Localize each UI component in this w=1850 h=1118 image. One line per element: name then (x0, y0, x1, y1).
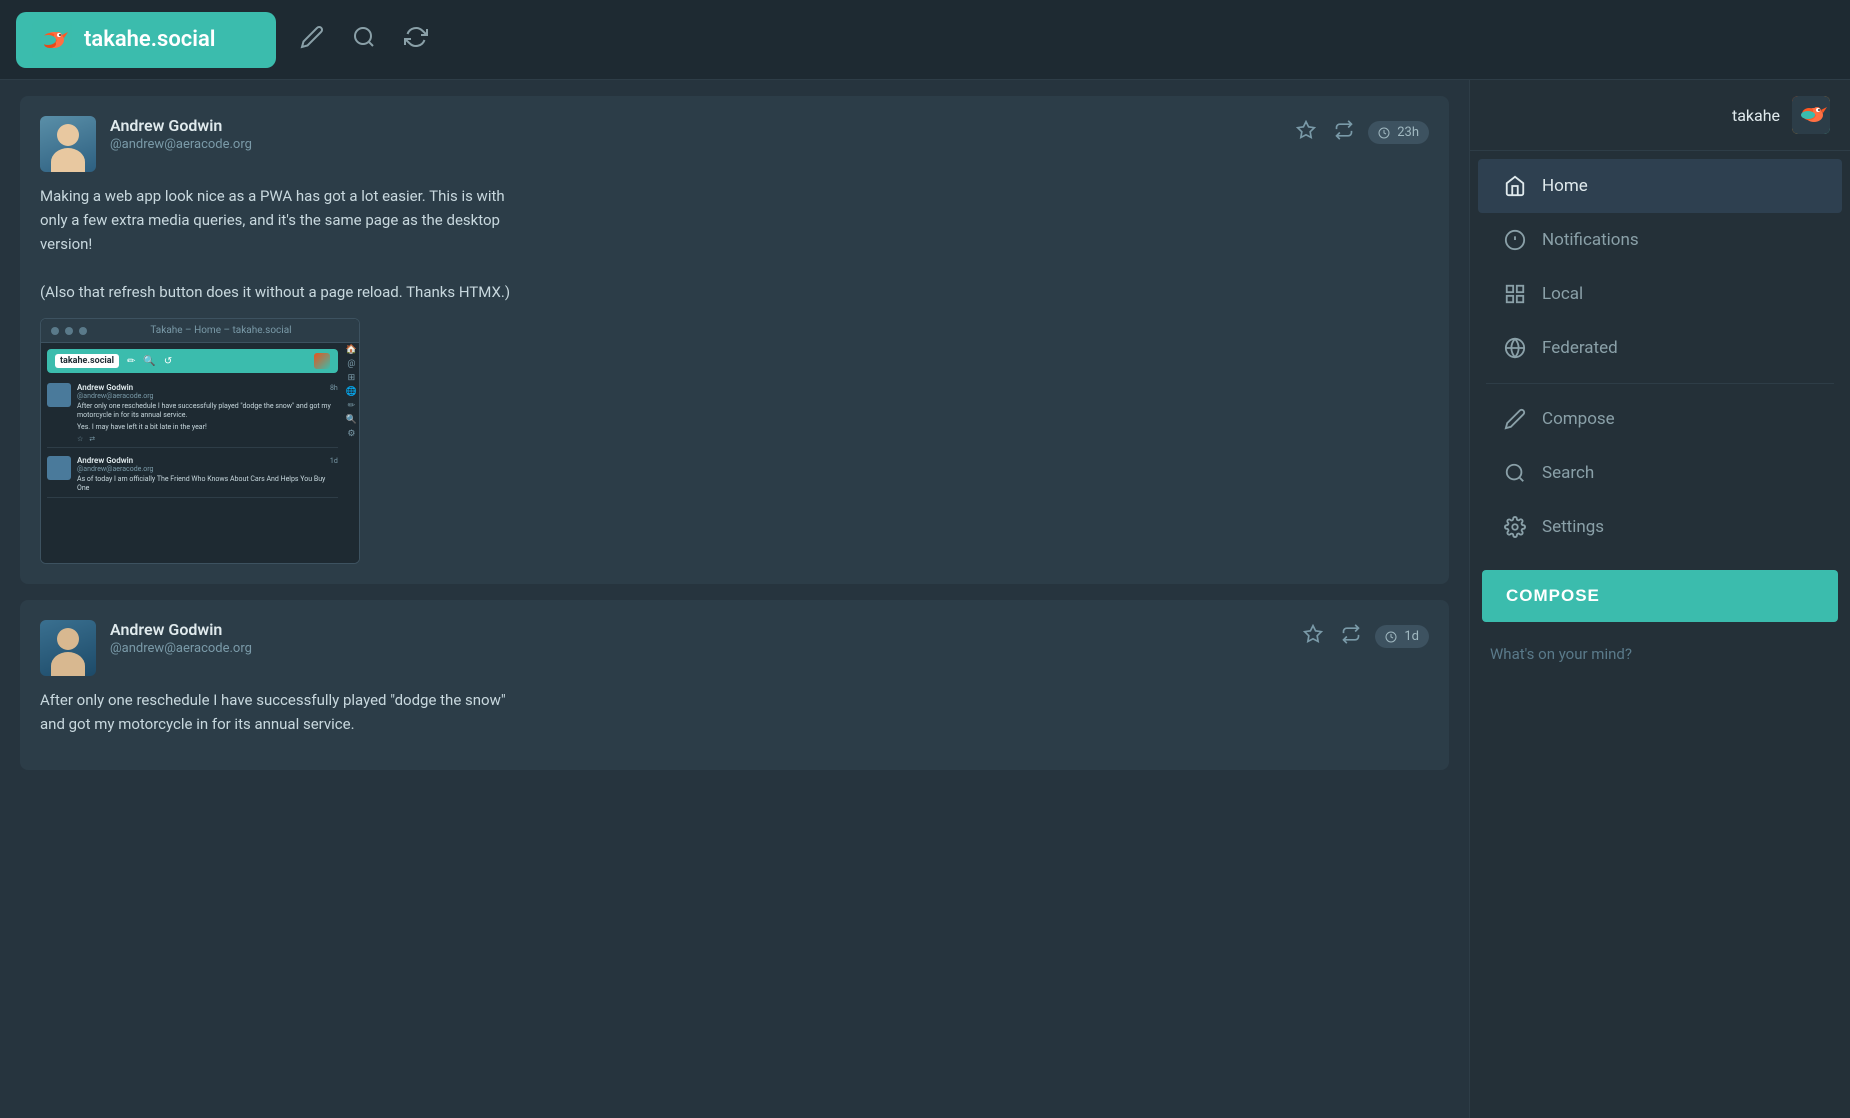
sidebar-item-compose[interactable]: Compose (1478, 392, 1842, 446)
preview-post-2: Andrew Godwin 1d @andrew@aeracode.org As… (47, 452, 338, 498)
local-label: Local (1542, 284, 1583, 304)
author-name-2: Andrew Godwin (110, 620, 1299, 639)
refresh-icon[interactable] (404, 25, 428, 55)
user-info-2: Andrew Godwin @andrew@aeracode.org (110, 620, 1299, 656)
author-name: Andrew Godwin (110, 116, 1292, 135)
boost-button-2[interactable] (1337, 620, 1365, 653)
top-icons (300, 25, 1834, 55)
home-label: Home (1542, 176, 1588, 196)
feed-column: Andrew Godwin @andrew@aeracode.org (0, 80, 1470, 1118)
notifications-icon (1502, 227, 1528, 253)
post-content: Making a web app look nice as a PWA has … (40, 184, 1429, 304)
author-handle: @andrew@aeracode.org (110, 137, 1292, 152)
sidebar-nav: Home Notifications (1470, 151, 1850, 562)
post-card-2: Andrew Godwin @andrew@aeracode.org (20, 600, 1449, 770)
local-icon (1502, 281, 1528, 307)
sidebar-username: takahe (1732, 106, 1780, 125)
sidebar-item-search[interactable]: Search (1478, 446, 1842, 500)
avatar (40, 116, 96, 172)
compose-nav-label: Compose (1542, 409, 1615, 429)
sidebar-top-user: takahe (1470, 80, 1850, 151)
sidebar-item-settings[interactable]: Settings (1478, 500, 1842, 554)
star-button-2[interactable] (1299, 620, 1327, 653)
author-handle-2: @andrew@aeracode.org (110, 641, 1299, 656)
nav-divider (1486, 383, 1834, 384)
search-nav-label: Search (1542, 463, 1594, 483)
post-header-2: Andrew Godwin @andrew@aeracode.org (40, 620, 1429, 676)
sidebar-item-home[interactable]: Home (1478, 159, 1842, 213)
compose-nav-icon (1502, 406, 1528, 432)
compose-button[interactable]: COMPOSE (1482, 570, 1838, 622)
preview-header: takahe.social ✏ 🔍 ↺ (47, 349, 338, 373)
preview-logo: takahe.social (55, 354, 119, 368)
federated-label: Federated (1542, 338, 1618, 358)
user-info: Andrew Godwin @andrew@aeracode.org (110, 116, 1292, 152)
logo-area[interactable]: takahe.social (16, 12, 276, 68)
preview-titlebar: Takahe – Home – takahe.social (41, 319, 359, 343)
avatar-2 (40, 620, 96, 676)
preview-url: Takahe – Home – takahe.social (93, 325, 349, 336)
boost-button[interactable] (1330, 116, 1358, 149)
compose-icon[interactable] (300, 25, 324, 55)
notifications-label: Notifications (1542, 230, 1639, 250)
preview-nav-rail: 🏠 @ ⊞ 🌐 ✏ 🔍 ⚙ (344, 343, 359, 563)
home-icon (1502, 173, 1528, 199)
time-badge: 23h (1368, 121, 1429, 144)
compose-area: What's on your mind? (1470, 630, 1850, 677)
settings-nav-label: Settings (1542, 517, 1604, 537)
post-actions: 23h (1292, 116, 1429, 149)
settings-nav-icon (1502, 514, 1528, 540)
main-layout: Andrew Godwin @andrew@aeracode.org (0, 80, 1850, 1118)
sidebar-item-local[interactable]: Local (1478, 267, 1842, 321)
sidebar-avatar[interactable] (1792, 96, 1830, 134)
post-content-2: After only one reschedule I have success… (40, 688, 1429, 736)
star-button[interactable] (1292, 116, 1320, 149)
post-actions-2: 1d (1299, 620, 1429, 653)
right-sidebar: takahe (1470, 80, 1850, 1118)
sidebar-item-federated[interactable]: Federated (1478, 321, 1842, 375)
search-nav-icon (1502, 460, 1528, 486)
search-icon[interactable] (352, 25, 376, 55)
sidebar-item-notifications[interactable]: Notifications (1478, 213, 1842, 267)
time-badge-2: 1d (1375, 625, 1429, 648)
app-title: takahe.social (84, 27, 215, 52)
compose-placeholder[interactable]: What's on your mind? (1490, 645, 1632, 663)
logo-icon (32, 20, 72, 60)
federated-icon (1502, 335, 1528, 361)
top-bar: takahe.social (0, 0, 1850, 80)
post-card: Andrew Godwin @andrew@aeracode.org (20, 96, 1449, 584)
preview-post-1: Andrew Godwin 8h @andrew@aeracode.org Af… (47, 379, 338, 448)
post-image: Takahe – Home – takahe.social takahe.soc… (40, 318, 360, 564)
post-header: Andrew Godwin @andrew@aeracode.org (40, 116, 1429, 172)
